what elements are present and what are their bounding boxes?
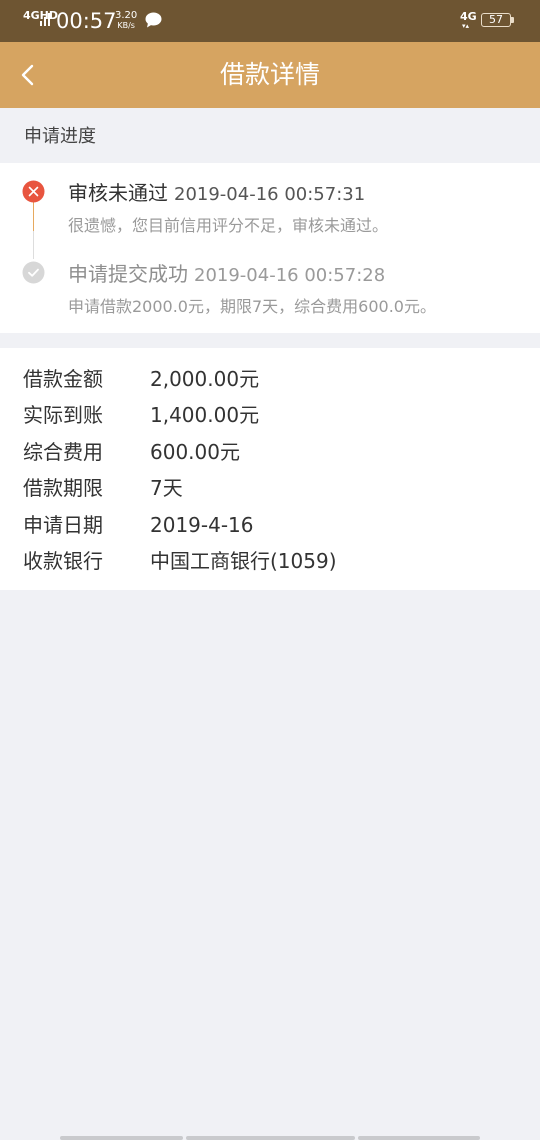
detail-label: 收款银行: [23, 549, 103, 573]
data-arrows-icon: ▾▴: [462, 22, 470, 30]
step-1-desc: 很遗憾，您目前信用评分不足，审核未通过。: [68, 216, 389, 235]
detail-label: 借款金额: [23, 367, 103, 391]
battery-tip: [511, 17, 514, 23]
step-2-desc: 申请借款2000.0元，期限7天，综合费用600.0元。: [68, 297, 436, 316]
step-2-title-text: 申请提交成功: [68, 262, 188, 286]
status-bar: 4GHD 00:57 3.20 KB/s 4G ▾▴ 57: [0, 0, 540, 42]
chat-icon: [145, 12, 162, 28]
detail-label: 申请日期: [23, 513, 103, 537]
page-title: 借款详情: [219, 60, 320, 89]
network-speed: 3.20 KB/s: [115, 11, 137, 31]
detail-row-fee: 综合费用 600.00元: [0, 434, 540, 470]
detail-label: 借款期限: [23, 476, 103, 500]
step-2-title: 申请提交成功 2019-04-16 00:57:28: [68, 261, 385, 289]
nav-gesture-bar-center[interactable]: [186, 1136, 355, 1140]
step-2-time: 2019-04-16 00:57:28: [194, 265, 386, 286]
loan-details-card: 借款金额 2,000.00元 实际到账 1,400.00元 综合费用 600.0…: [0, 348, 540, 590]
back-button[interactable]: [14, 58, 46, 92]
x-circle-icon: [22, 180, 45, 203]
detail-row-bank: 收款银行 中国工商银行(1059): [0, 543, 540, 579]
step-1-title: 审核未通过 2019-04-16 00:57:31: [68, 180, 365, 208]
chevron-left-icon: [21, 64, 34, 86]
app-header: 借款详情: [0, 42, 540, 108]
step-1-time: 2019-04-16 00:57:31: [174, 184, 366, 205]
progress-section-label: 申请进度: [24, 126, 96, 147]
detail-value: 2,000.00元: [150, 367, 260, 391]
detail-row-amount: 借款金额 2,000.00元: [0, 361, 540, 397]
clock: 00:57: [56, 9, 117, 33]
detail-value: 600.00元: [150, 440, 240, 464]
nav-gesture-bar-right[interactable]: [358, 1136, 480, 1140]
battery-icon: 57: [481, 13, 511, 27]
timeline-line-active: [33, 201, 34, 231]
detail-row-received: 实际到账 1,400.00元: [0, 397, 540, 433]
detail-row-term: 借款期限 7天: [0, 470, 540, 506]
nav-gesture-bar-left[interactable]: [60, 1136, 183, 1140]
signal-icon: [40, 13, 50, 26]
detail-label: 综合费用: [23, 440, 103, 464]
detail-label: 实际到账: [23, 403, 103, 427]
detail-value: 1,400.00元: [150, 403, 260, 427]
network-type-2: 4G: [460, 10, 477, 23]
check-circle-icon: [22, 261, 45, 284]
battery-level: 57: [489, 13, 503, 26]
step-1-title-text: 审核未通过: [68, 181, 168, 205]
speed-value: 3.20: [115, 10, 138, 21]
detail-value: 2019-4-16: [150, 513, 254, 537]
detail-row-date: 申请日期 2019-4-16: [0, 507, 540, 543]
detail-value: 中国工商银行(1059): [150, 549, 337, 573]
detail-value: 7天: [150, 476, 183, 500]
speed-unit: KB/s: [117, 21, 135, 30]
